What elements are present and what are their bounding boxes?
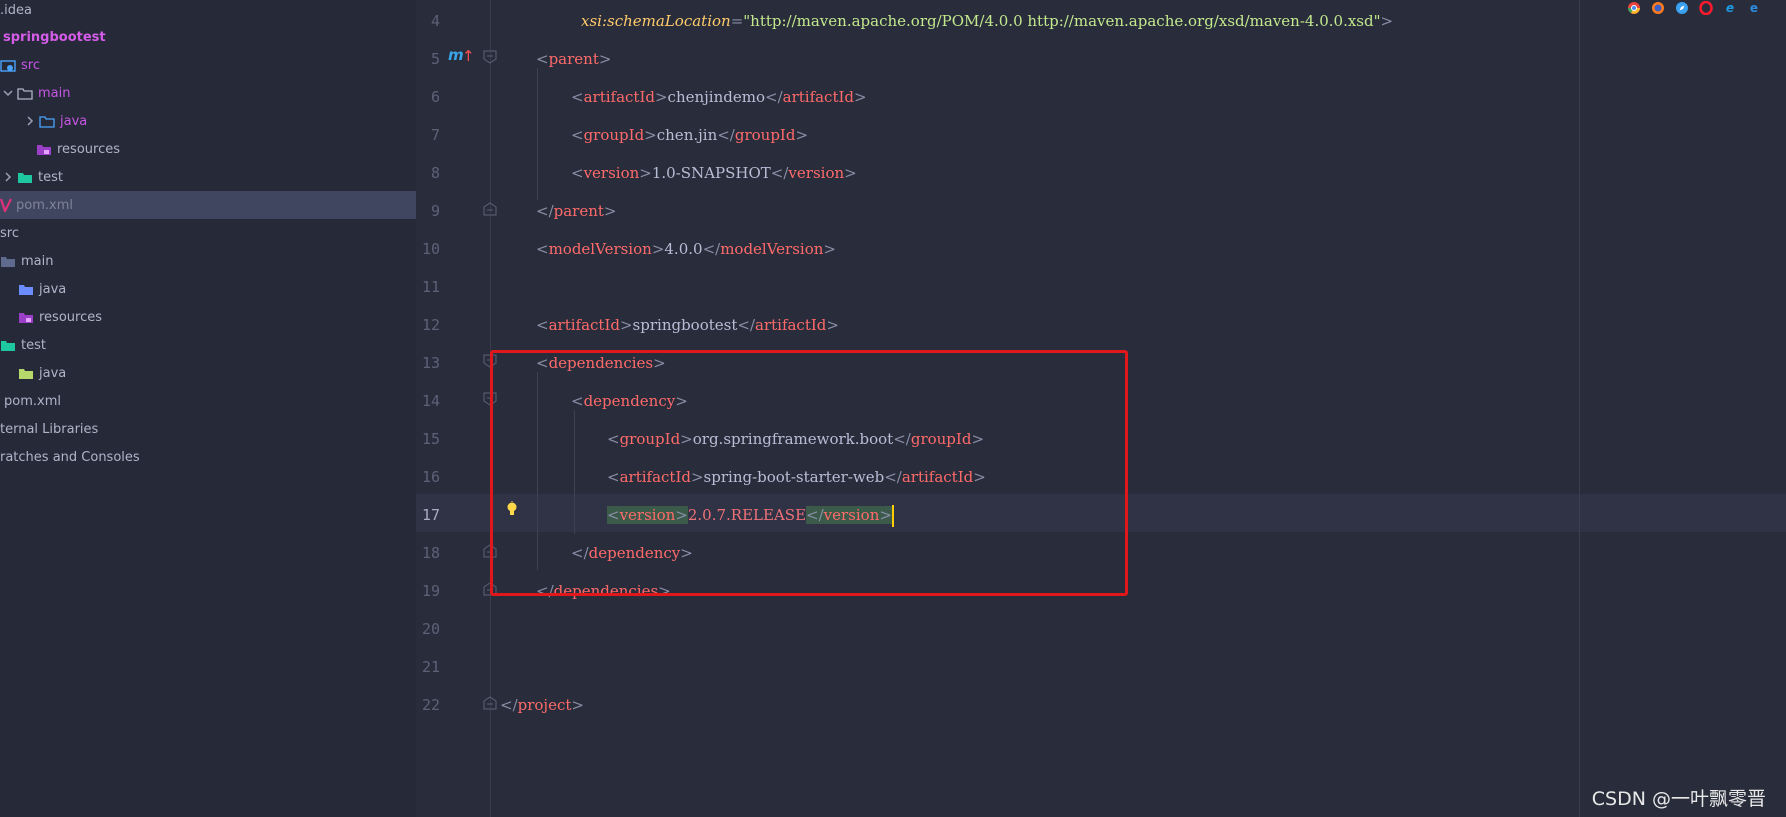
tree-item-label: resources <box>39 309 103 325</box>
project-tree: .idea springbootest src main java resour… <box>0 0 416 817</box>
code-line: </project> <box>500 696 584 714</box>
tree-item-label: pom.xml <box>16 197 73 213</box>
line-number: 4 <box>430 12 440 30</box>
firefox-icon[interactable] <box>1648 0 1668 15</box>
highlight-annotation-box <box>490 350 1128 596</box>
tree-item-idea[interactable]: .idea <box>0 0 416 24</box>
line-number-current: 17 <box>421 506 440 524</box>
line-number: 19 <box>421 582 440 600</box>
tree-item-test[interactable]: test <box>0 163 416 191</box>
fold-open-icon[interactable] <box>483 50 497 64</box>
line-number: 20 <box>421 620 440 638</box>
watermark: CSDN @一叶飘零晋 <box>1591 788 1766 810</box>
edge-icon[interactable]: e <box>1744 0 1764 15</box>
line-number: 6 <box>430 88 440 106</box>
tree-item-label: ternal Libraries <box>0 421 99 437</box>
line-number: 13 <box>421 354 440 372</box>
indent-guide <box>537 68 538 200</box>
line-number: 9 <box>430 202 440 220</box>
tree-item-label: main <box>38 85 71 101</box>
tree-item-label: ratches and Consoles <box>0 449 140 465</box>
tree-item-label: springbootest <box>3 29 106 45</box>
code-line: <artifactId>chenjindemo</artifactId> <box>571 88 867 106</box>
folder-icon <box>18 282 34 296</box>
tree-item-label: resources <box>57 141 121 157</box>
ie-icon[interactable]: e <box>1720 0 1740 15</box>
line-number: 16 <box>421 468 440 486</box>
tree-item-resources[interactable]: resources <box>0 303 416 331</box>
line-number: 12 <box>421 316 440 334</box>
code-line: <version>1.0-SNAPSHOT</version> <box>571 164 857 182</box>
code-line: <artifactId>springbootest</artifactId> <box>536 316 839 334</box>
resources-folder-icon <box>36 142 52 156</box>
line-number: 7 <box>430 126 440 144</box>
line-number: 21 <box>421 658 440 676</box>
chevron-right-icon[interactable] <box>22 113 38 129</box>
tree-item-src[interactable]: src <box>0 51 416 79</box>
tree-item-main[interactable]: main <box>0 79 416 107</box>
line-number: 18 <box>421 544 440 562</box>
tree-item-src[interactable]: src <box>0 219 416 247</box>
tree-item-module[interactable]: springbootest <box>0 23 416 51</box>
line-number: 22 <box>421 696 440 714</box>
tree-item-label: test <box>38 169 63 185</box>
line-number: 15 <box>421 430 440 448</box>
resources-folder-icon <box>18 310 34 324</box>
test-folder-icon <box>17 170 33 184</box>
fold-close-icon[interactable] <box>483 696 497 710</box>
tree-item-java[interactable]: java <box>0 275 416 303</box>
opera-icon[interactable] <box>1696 0 1716 15</box>
line-number: 14 <box>421 392 440 410</box>
chevron-right-icon[interactable] <box>0 169 16 185</box>
tree-item-external-libraries[interactable]: ternal Libraries <box>0 415 416 443</box>
folder-icon <box>17 86 33 100</box>
tree-item-java[interactable]: java <box>0 359 416 387</box>
tree-item-test[interactable]: test <box>0 331 416 359</box>
folder-icon <box>18 366 34 380</box>
line-number: 5 <box>430 50 440 68</box>
tree-item-label: java <box>39 365 67 381</box>
folder-icon <box>39 114 55 128</box>
code-line: <modelVersion>4.0.0</modelVersion> <box>536 240 836 258</box>
tree-item-label: main <box>21 253 54 269</box>
tree-item-label: test <box>21 337 46 353</box>
tree-item-java[interactable]: java <box>0 107 416 135</box>
code-line: </parent> <box>536 202 617 220</box>
tree-item-label: java <box>39 281 67 297</box>
test-folder-icon <box>0 338 16 352</box>
tree-item-label: .idea <box>0 2 32 18</box>
folder-icon <box>0 254 16 268</box>
code-line: <parent> <box>536 50 612 68</box>
code-line: <groupId>chen.jin</groupId> <box>571 126 809 144</box>
source-folder-icon <box>0 58 16 72</box>
tree-item-label: pom.xml <box>4 393 61 409</box>
line-number: 10 <box>421 240 440 258</box>
browser-preview-bar: e e <box>1624 0 1764 15</box>
tree-item-label: src <box>21 57 40 73</box>
line-number: 11 <box>421 278 440 296</box>
chrome-icon[interactable] <box>1624 0 1644 15</box>
line-number: 8 <box>430 164 440 182</box>
navigate-up-arrow-icon[interactable]: ↑ <box>462 47 475 65</box>
tree-item-scratches[interactable]: ratches and Consoles <box>0 443 416 471</box>
maven-file-icon <box>0 198 12 212</box>
fold-close-icon[interactable] <box>483 202 497 216</box>
tree-item-pom-selected[interactable]: pom.xml <box>0 191 416 219</box>
tree-item-label: java <box>60 113 88 129</box>
safari-icon[interactable] <box>1672 0 1692 15</box>
tree-item-main[interactable]: main <box>0 247 416 275</box>
tree-item-resources[interactable]: resources <box>0 135 416 163</box>
code-line: xsi:schemaLocation="http://maven.apache.… <box>581 12 1394 30</box>
chevron-down-icon[interactable] <box>0 85 16 101</box>
right-margin-guide <box>1579 0 1580 817</box>
tree-item-pom[interactable]: pom.xml <box>0 387 416 415</box>
tree-item-label: src <box>0 225 19 241</box>
